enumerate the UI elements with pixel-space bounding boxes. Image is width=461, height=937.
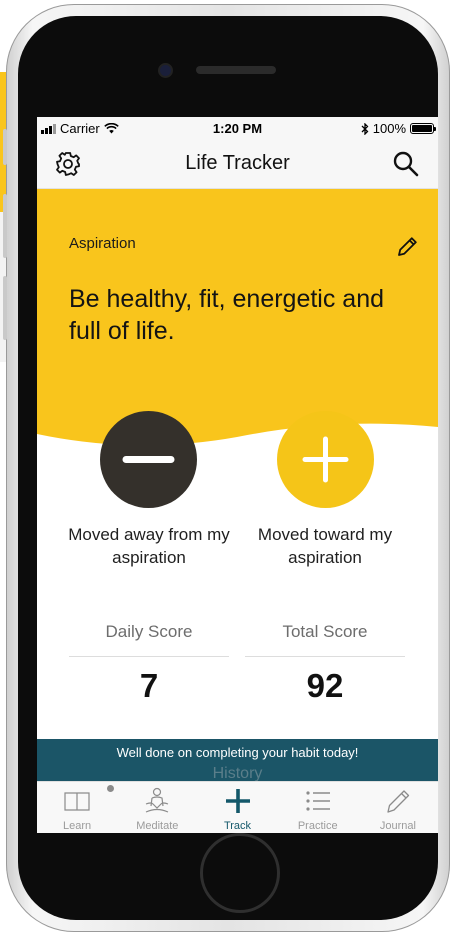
total-score-label: Total Score xyxy=(282,622,368,641)
aspiration-text: Be healthy, fit, energetic and full of l… xyxy=(69,285,385,345)
tab-meditate-label: Meditate xyxy=(136,820,179,832)
history-link[interactable]: History xyxy=(37,765,438,781)
meditate-icon xyxy=(146,787,169,813)
daily-score-divider xyxy=(69,656,229,657)
tab-practice[interactable]: Practice xyxy=(278,782,358,833)
tab-track-label: Track xyxy=(223,820,252,832)
daily-score-label: Daily Score xyxy=(105,622,193,641)
navigation-bar: Life Tracker xyxy=(37,139,438,189)
front-camera xyxy=(160,65,171,76)
battery-percent: 100% xyxy=(372,121,406,136)
list-icon xyxy=(306,791,330,811)
volume-down-button xyxy=(3,276,7,340)
tab-learn-label: Learn xyxy=(63,820,92,832)
minus-icon xyxy=(122,456,175,463)
banner-message: Well done on completing your habit today… xyxy=(116,745,359,760)
status-bar: Carrier 1:20 PM 100% xyxy=(37,117,438,139)
aspiration-label: Aspiration xyxy=(69,235,136,252)
tab-journal-label: Journal xyxy=(379,820,416,832)
search-icon[interactable] xyxy=(392,150,420,178)
home-button[interactable] xyxy=(200,833,280,913)
moved-away-button[interactable] xyxy=(100,411,197,508)
completion-banner: Well done on completing your habit today… xyxy=(37,739,438,781)
moved-toward-label: Moved toward my aspiration xyxy=(257,525,393,567)
tab-meditate[interactable]: Meditate xyxy=(117,782,197,833)
battery-icon xyxy=(410,123,436,134)
app-screen: Carrier 1:20 PM 100% Life Tracker Aspira… xyxy=(37,117,438,833)
volume-up-button xyxy=(3,194,7,258)
book-icon xyxy=(64,792,90,811)
daily-score-value: 7 xyxy=(139,667,159,704)
tab-track[interactable]: Track xyxy=(197,782,277,833)
tab-journal[interactable]: Journal xyxy=(358,782,438,833)
earpiece-speaker xyxy=(196,66,276,74)
edit-pencil-icon[interactable] xyxy=(394,234,420,260)
notification-dot xyxy=(107,785,114,792)
tab-bar: Learn Meditate Track Practice Journal xyxy=(37,781,438,833)
total-score-value: 92 xyxy=(306,667,344,704)
moved-toward-button[interactable] xyxy=(277,411,374,508)
pencil-icon xyxy=(387,790,410,813)
moved-away-label: Moved away from my aspiration xyxy=(68,525,230,567)
mute-switch xyxy=(3,129,7,165)
plus-icon xyxy=(302,436,349,483)
total-score-divider xyxy=(245,656,405,657)
page-title: Life Tracker xyxy=(185,152,290,174)
plus-icon xyxy=(225,789,250,813)
tab-learn[interactable]: Learn xyxy=(37,782,117,833)
tab-practice-label: Practice xyxy=(297,820,338,832)
bluetooth-icon xyxy=(361,122,369,135)
